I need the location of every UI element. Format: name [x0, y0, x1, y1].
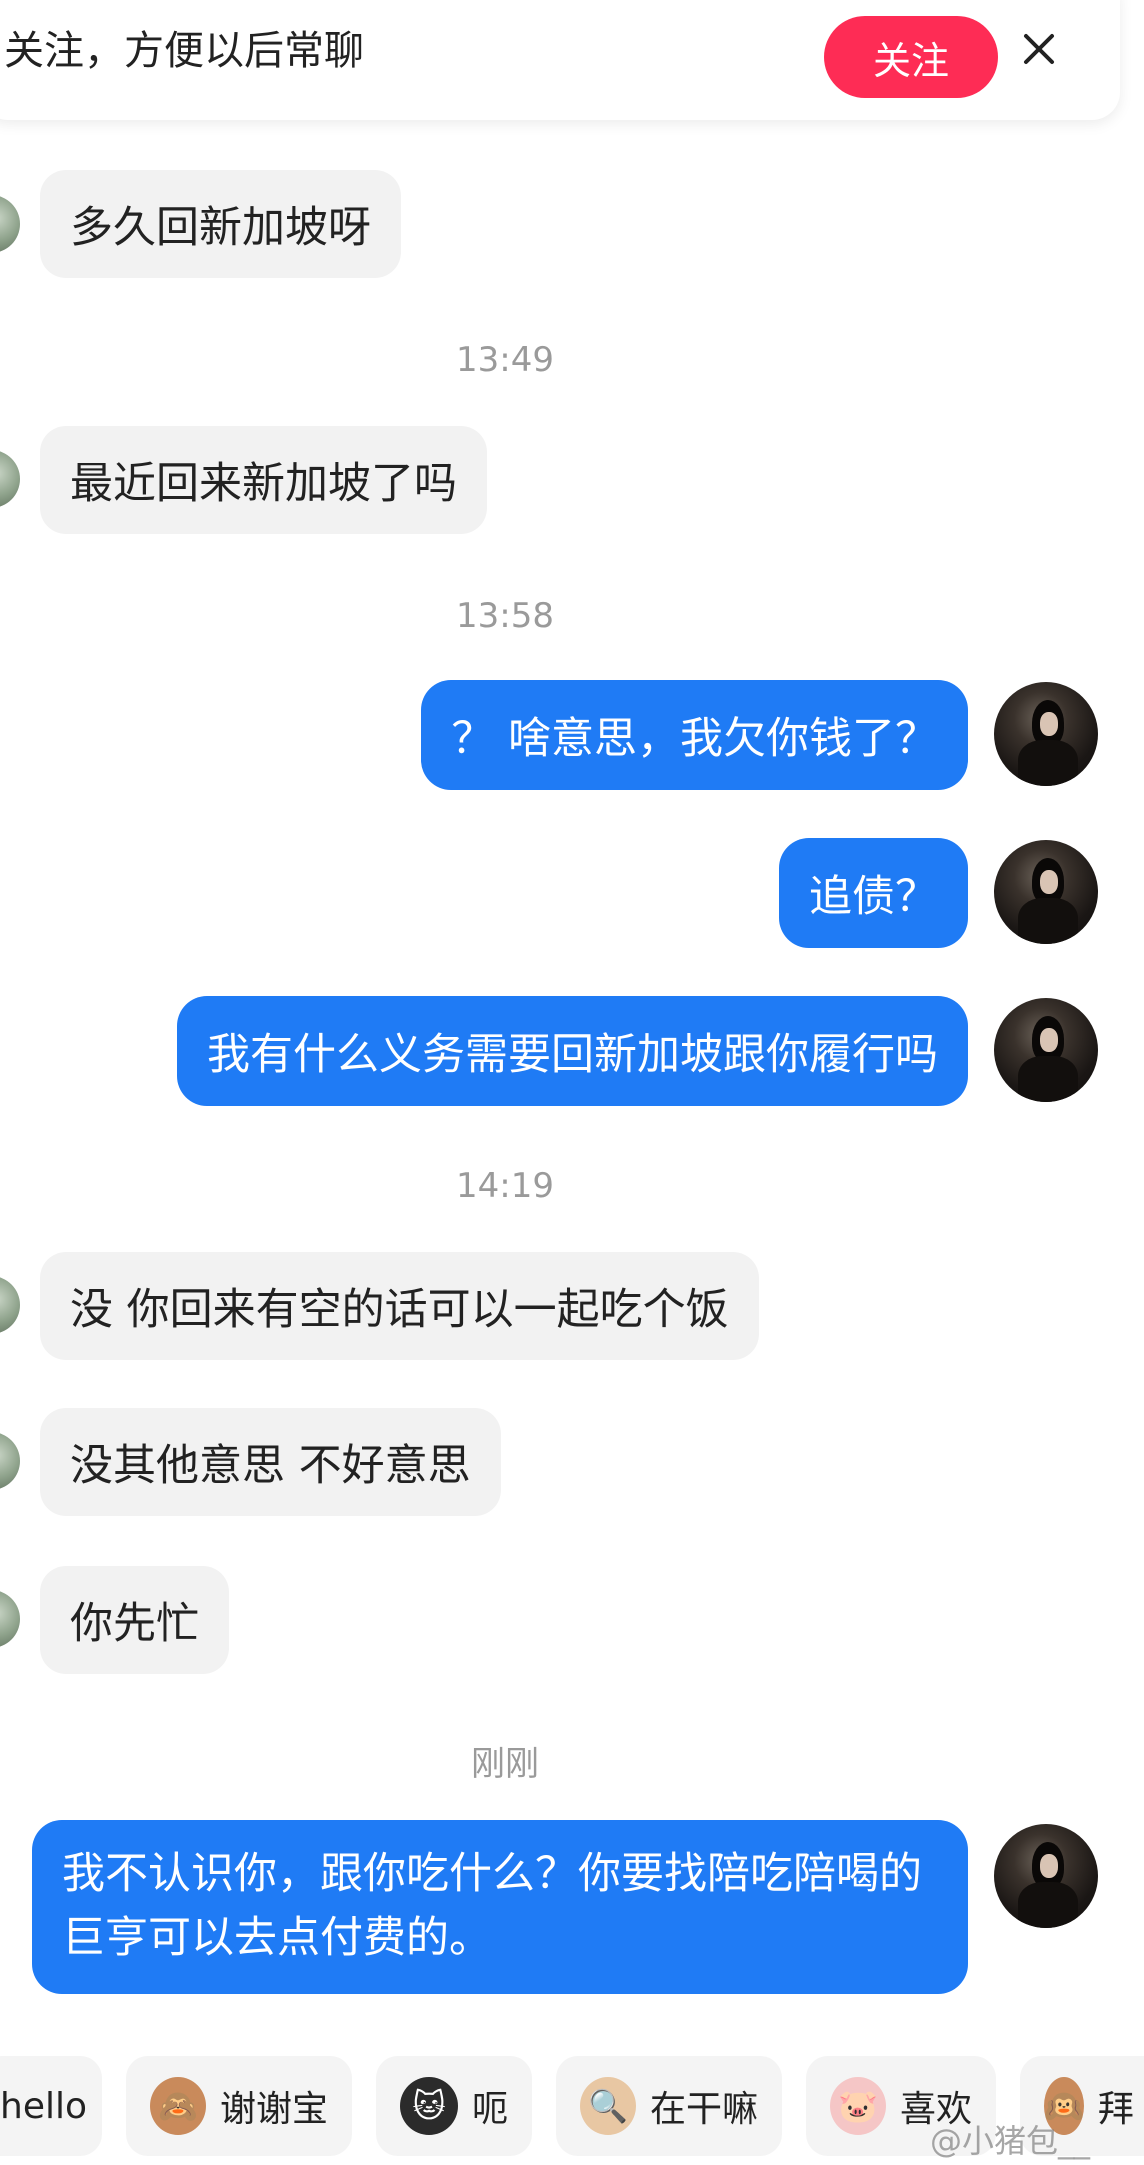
cat-icon: 🐱: [400, 2077, 458, 2135]
timestamp: 14:19: [456, 1166, 554, 1206]
outgoing-message[interactable]: ？ 啥意思，我欠你钱了？: [421, 680, 968, 790]
quick-reply-label: 拜: [1097, 2089, 1134, 2130]
incoming-message[interactable]: 没 你回来有空的话可以一起吃个饭: [40, 1252, 759, 1360]
other-user-avatar[interactable]: [0, 450, 20, 508]
timestamp: 13:58: [456, 596, 554, 636]
outgoing-message[interactable]: 我不认识你，跟你吃什么？你要找陪吃陪喝的巨亨可以去点付费的。: [32, 1820, 968, 1994]
incoming-message[interactable]: 最近回来新加坡了吗: [40, 426, 487, 534]
my-avatar[interactable]: [994, 998, 1098, 1102]
quick-reply-thanks[interactable]: 🙈 谢谢宝: [126, 2056, 352, 2156]
outgoing-message[interactable]: 我有什么义务需要回新加坡跟你履行吗: [177, 996, 968, 1106]
monkey-thanks-icon: 🙈: [150, 2077, 206, 2135]
quick-reply-uh[interactable]: 🐱 呃: [376, 2056, 532, 2156]
follow-banner: 关注，方便以后常聊 关注: [0, 0, 1120, 120]
follow-prompt-text: 关注，方便以后常聊: [4, 28, 364, 74]
quick-reply-hello[interactable]: hello: [0, 2056, 102, 2156]
quick-reply-label: hello: [0, 2085, 87, 2127]
my-avatar[interactable]: [994, 1824, 1098, 1928]
my-avatar[interactable]: [994, 682, 1098, 786]
watermark: @小猪包__: [930, 2122, 1091, 2160]
quick-reply-label: 谢谢宝: [219, 2089, 328, 2130]
quick-reply-label: 在干嘛: [649, 2089, 758, 2130]
close-icon[interactable]: [1016, 26, 1062, 72]
quick-reply-doing-what[interactable]: 🔍 在干嘛: [556, 2056, 782, 2156]
monkey-magnifier-icon: 🔍: [580, 2077, 636, 2135]
incoming-message[interactable]: 没其他意思 不好意思: [40, 1408, 501, 1516]
my-avatar[interactable]: [994, 840, 1098, 944]
other-user-avatar[interactable]: [0, 1590, 20, 1648]
pig-icon: 🐷: [830, 2077, 886, 2135]
outgoing-message[interactable]: 追债？: [779, 838, 968, 948]
timestamp: 刚刚: [471, 1744, 539, 1784]
incoming-message[interactable]: 你先忙: [40, 1566, 229, 1674]
other-user-avatar[interactable]: [0, 195, 20, 253]
incoming-message[interactable]: 多久回新加坡呀: [40, 170, 401, 278]
quick-reply-label: 呃: [471, 2089, 508, 2130]
other-user-avatar[interactable]: [0, 1432, 20, 1490]
follow-button[interactable]: 关注: [824, 16, 998, 98]
timestamp: 13:49: [456, 340, 554, 380]
other-user-avatar[interactable]: [0, 1276, 20, 1334]
